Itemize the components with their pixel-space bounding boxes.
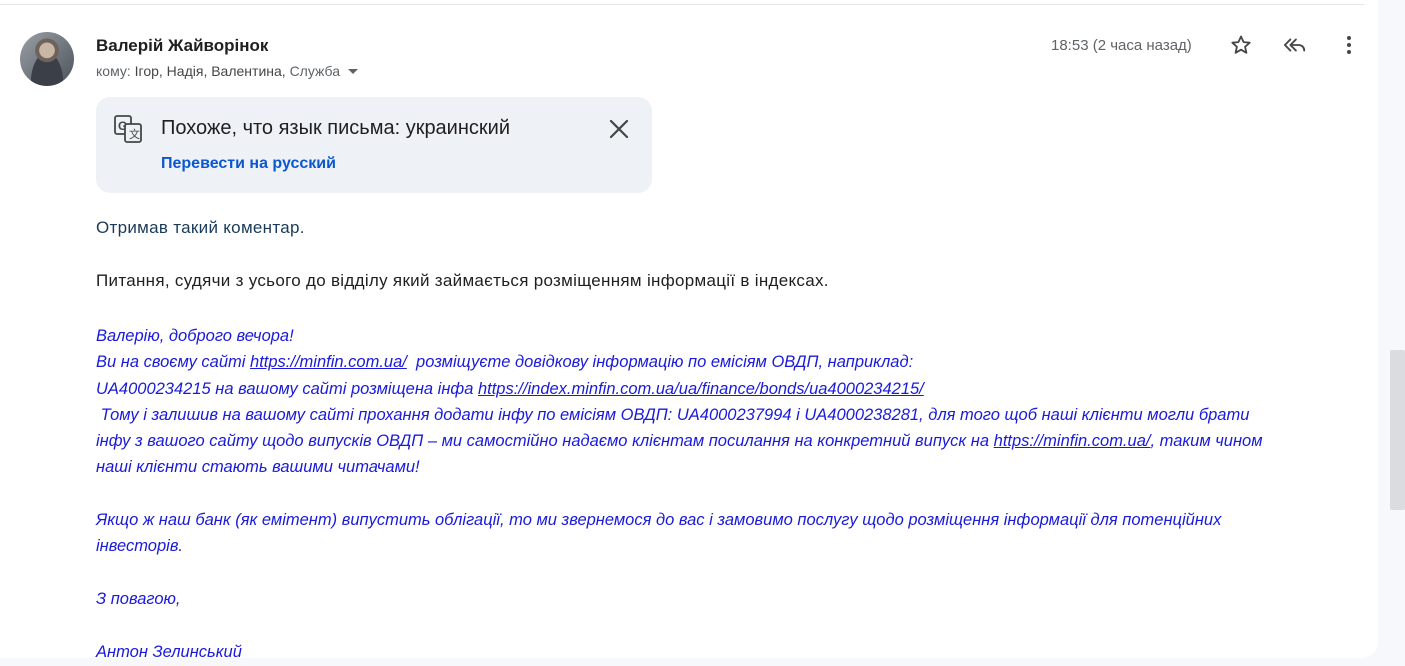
sender-name[interactable]: Валерій Жайворінок bbox=[96, 36, 268, 56]
translate-banner: G 文 Похоже, что язык письма: украинский … bbox=[96, 97, 652, 193]
recipients-last: Служба bbox=[289, 63, 341, 79]
quote-line: наші клієнти стають вашими читачами! bbox=[96, 458, 420, 477]
quote-line: Ви на своєму сайті https://minfin.com.ua… bbox=[96, 349, 1356, 375]
quoted-message: Валерію, доброго вечора! Ви на своєму са… bbox=[96, 323, 1356, 658]
recipients-names: Ігор, Надія, Валентина, bbox=[134, 63, 286, 79]
recipients-prefix: кому: bbox=[96, 63, 131, 79]
quote-line: Тому і залишив на вашому сайті прохання … bbox=[96, 405, 1250, 424]
quote-regards: З повагою, bbox=[96, 589, 181, 608]
show-details-caret-icon[interactable] bbox=[348, 68, 359, 74]
index-minfin-link[interactable]: https://index.minfin.com.ua/ua/finance/b… bbox=[478, 380, 924, 398]
quote-text: , таким чином bbox=[1150, 432, 1263, 451]
translate-banner-title: Похоже, что язык письма: украинский bbox=[161, 117, 510, 139]
svg-text:文: 文 bbox=[129, 127, 140, 141]
more-options-button[interactable] bbox=[1337, 33, 1361, 57]
reply-all-icon bbox=[1283, 38, 1306, 52]
quote-greeting: Валерію, доброго вечора! bbox=[96, 327, 294, 345]
close-icon[interactable] bbox=[608, 118, 630, 140]
email-message: Валерій Жайворінок кому: Ігор, Надія, Ва… bbox=[0, 0, 1378, 658]
quote-line: інфу з вашого сайту щодо випусків ОВДП –… bbox=[96, 428, 1356, 454]
quote-line: Якщо ж наш банк (як емітент) випустить о… bbox=[96, 511, 1222, 530]
more-vert-icon bbox=[1347, 36, 1351, 54]
quote-text: інфу з вашого сайту щодо випусків ОВДП –… bbox=[96, 432, 994, 451]
quote-text: UA4000234215 на вашому сайті розміщена і… bbox=[96, 379, 478, 398]
star-button[interactable] bbox=[1229, 33, 1253, 57]
recipients-line: кому: Ігор, Надія, Валентина, Служба bbox=[96, 63, 359, 79]
quote-signature: Антон Зелинський bbox=[96, 642, 242, 658]
scrollbar-thumb[interactable] bbox=[1390, 350, 1405, 510]
reply-all-button[interactable] bbox=[1283, 33, 1307, 57]
star-icon bbox=[1231, 35, 1251, 54]
translate-to-russian-link[interactable]: Перевести на русский bbox=[161, 155, 336, 173]
quote-line: UA4000234215 на вашому сайті розміщена і… bbox=[96, 376, 1356, 402]
sender-avatar[interactable] bbox=[20, 32, 74, 86]
translate-icon: G 文 bbox=[114, 115, 142, 143]
quote-text: розміщуєте довідкову інформацію по емісі… bbox=[406, 353, 914, 372]
minfin-link[interactable]: https://minfin.com.ua/ bbox=[250, 353, 407, 371]
quote-line: інвесторів. bbox=[96, 537, 184, 556]
body-line: Отримав такий коментар. bbox=[96, 218, 305, 237]
minfin-link[interactable]: https://minfin.com.ua/ bbox=[994, 432, 1151, 450]
body-line: Питання, судячи з усього до відділу який… bbox=[96, 271, 829, 290]
message-time: 18:53 (2 часа назад) bbox=[1051, 37, 1192, 54]
quote-text: Ви на своєму сайті bbox=[96, 353, 251, 372]
divider bbox=[0, 4, 1364, 5]
